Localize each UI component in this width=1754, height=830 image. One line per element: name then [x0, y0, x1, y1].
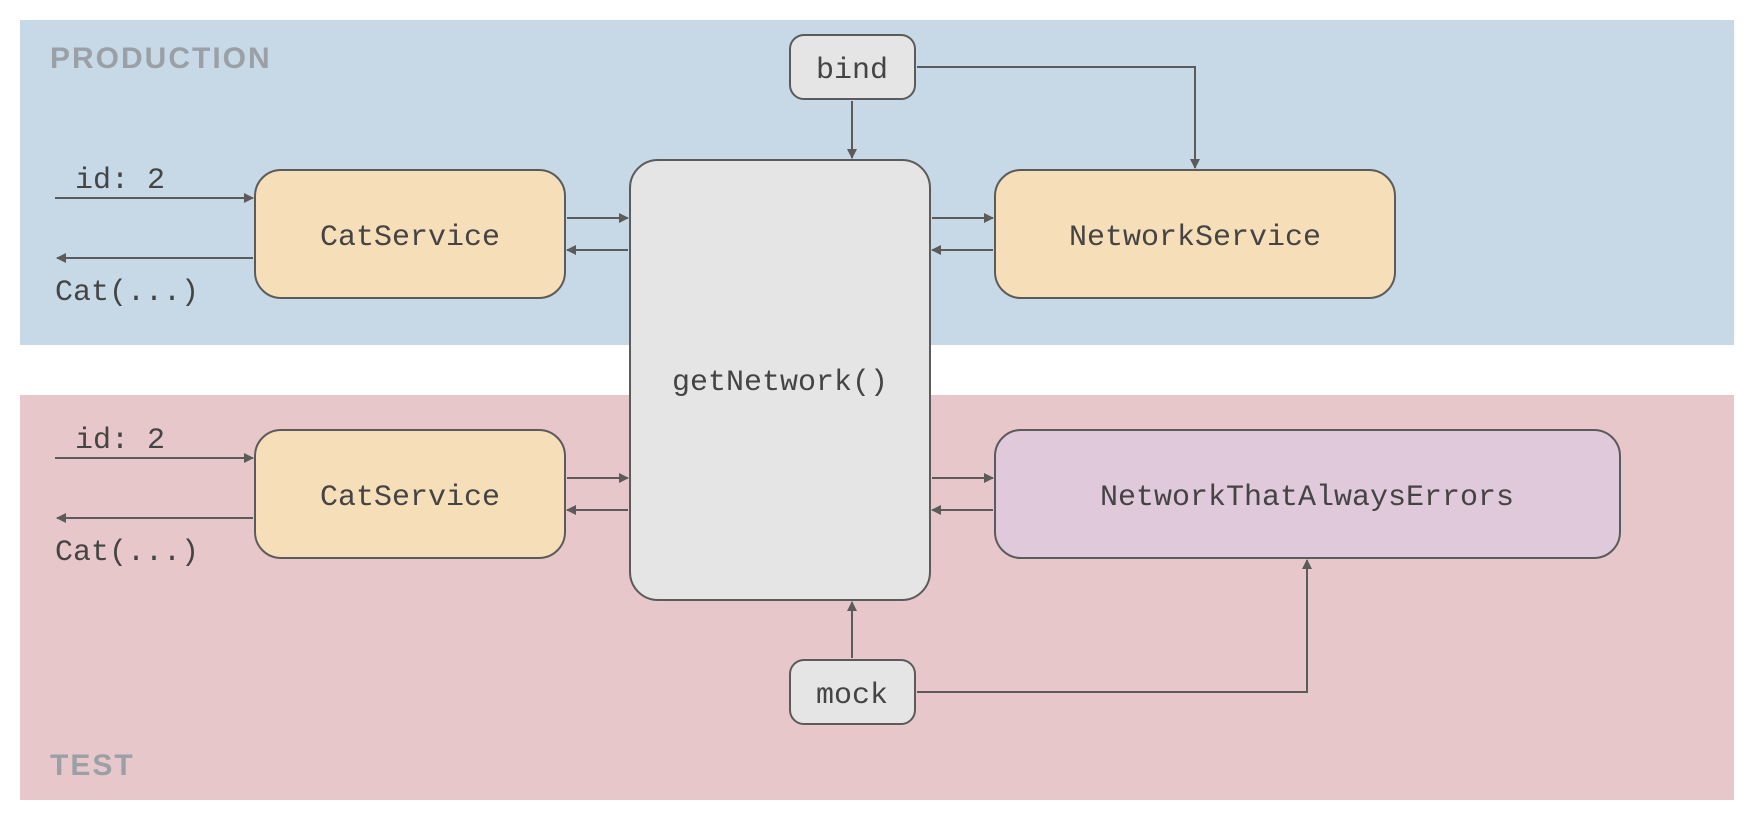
io-id-test: id: 2 [75, 424, 165, 458]
network-service-label: NetworkService [1069, 221, 1321, 255]
mock-label: mock [816, 679, 888, 713]
test-section-label: TEST [50, 749, 135, 782]
io-cat-prod: Cat(...) [55, 276, 199, 310]
io-cat-test: Cat(...) [55, 536, 199, 570]
io-id-prod: id: 2 [75, 164, 165, 198]
cat-service-prod-label: CatService [320, 221, 500, 255]
diagram-canvas: PRODUCTION TEST getNetwork() bind mock C… [0, 0, 1754, 830]
cat-service-test-label: CatService [320, 481, 500, 515]
bind-label: bind [816, 54, 888, 88]
network-errors-label: NetworkThatAlwaysErrors [1100, 481, 1514, 515]
production-section-label: PRODUCTION [50, 42, 272, 75]
get-network-label: getNetwork() [672, 366, 888, 400]
